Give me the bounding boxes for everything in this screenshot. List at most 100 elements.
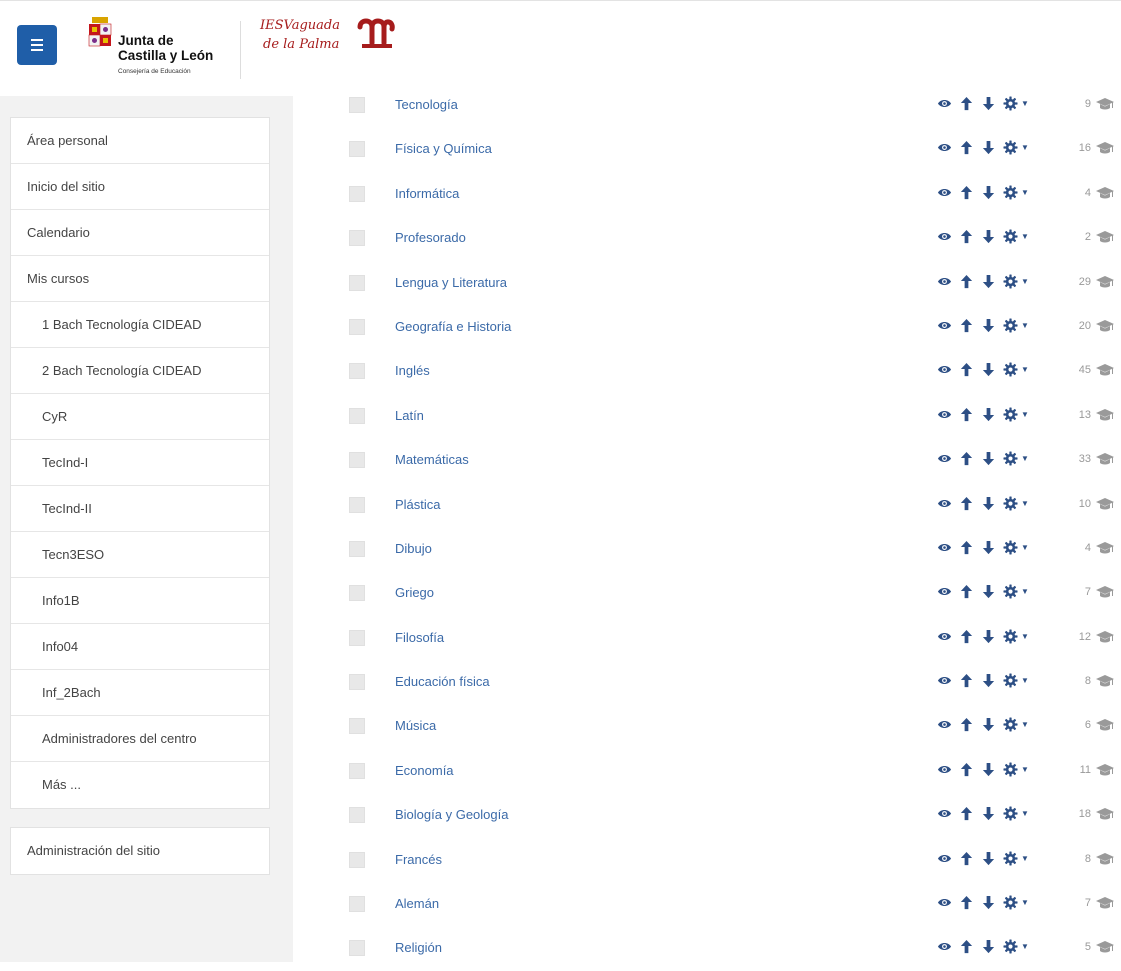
category-name-link[interactable]: Lengua y Literatura bbox=[395, 275, 507, 290]
category-checkbox[interactable] bbox=[349, 274, 365, 291]
sidebar-item[interactable]: Info04 bbox=[11, 624, 269, 670]
category-checkbox[interactable] bbox=[349, 540, 365, 557]
arrow-down-icon[interactable] bbox=[981, 762, 996, 777]
category-checkbox[interactable] bbox=[349, 407, 365, 424]
arrow-down-icon[interactable] bbox=[981, 407, 996, 422]
category-name-link[interactable]: Francés bbox=[395, 852, 442, 867]
arrow-up-icon[interactable] bbox=[959, 673, 974, 688]
caret-down-icon[interactable]: ▼ bbox=[1021, 806, 1029, 821]
category-name-link[interactable]: Dibujo bbox=[395, 541, 432, 556]
sidebar-item[interactable]: Info1B bbox=[11, 578, 269, 624]
category-checkbox[interactable] bbox=[349, 807, 365, 824]
sidebar-item[interactable]: Área personal bbox=[11, 118, 269, 164]
category-checkbox[interactable] bbox=[349, 97, 365, 113]
category-checkbox[interactable] bbox=[349, 452, 365, 469]
category-checkbox[interactable] bbox=[349, 896, 365, 913]
eye-icon[interactable] bbox=[937, 140, 952, 155]
arrow-down-icon[interactable] bbox=[981, 540, 996, 555]
sidebar-item[interactable]: CyR bbox=[11, 394, 269, 440]
arrow-up-icon[interactable] bbox=[959, 851, 974, 866]
junta-castilla-leon-logo[interactable]: Junta de Castilla y León Consejería de E… bbox=[86, 17, 226, 87]
caret-down-icon[interactable]: ▼ bbox=[1021, 229, 1029, 244]
caret-down-icon[interactable]: ▼ bbox=[1021, 496, 1029, 511]
arrow-down-icon[interactable] bbox=[981, 496, 996, 511]
arrow-up-icon[interactable] bbox=[959, 229, 974, 244]
eye-icon[interactable] bbox=[937, 895, 952, 910]
eye-icon[interactable] bbox=[937, 584, 952, 599]
arrow-up-icon[interactable] bbox=[959, 362, 974, 377]
caret-down-icon[interactable]: ▼ bbox=[1021, 895, 1029, 910]
caret-down-icon[interactable]: ▼ bbox=[1021, 584, 1029, 599]
arrow-up-icon[interactable] bbox=[959, 540, 974, 555]
arrow-up-icon[interactable] bbox=[959, 762, 974, 777]
gear-icon[interactable] bbox=[1003, 96, 1018, 111]
gear-icon[interactable] bbox=[1003, 451, 1018, 466]
arrow-up-icon[interactable] bbox=[959, 939, 974, 954]
gear-icon[interactable] bbox=[1003, 140, 1018, 155]
category-name-link[interactable]: Inglés bbox=[395, 363, 430, 378]
category-checkbox[interactable] bbox=[349, 496, 365, 513]
category-name-link[interactable]: Alemán bbox=[395, 896, 439, 911]
category-name-link[interactable]: Educación física bbox=[395, 674, 490, 689]
category-checkbox[interactable] bbox=[349, 718, 365, 735]
sidebar-item[interactable]: Mis cursos bbox=[11, 256, 269, 302]
arrow-down-icon[interactable] bbox=[981, 229, 996, 244]
arrow-up-icon[interactable] bbox=[959, 274, 974, 289]
caret-down-icon[interactable]: ▼ bbox=[1021, 629, 1029, 644]
sidebar-item[interactable]: 2 Bach Tecnología CIDEAD bbox=[11, 348, 269, 394]
category-checkbox[interactable] bbox=[349, 318, 365, 335]
eye-icon[interactable] bbox=[937, 229, 952, 244]
caret-down-icon[interactable]: ▼ bbox=[1021, 540, 1029, 555]
eye-icon[interactable] bbox=[937, 318, 952, 333]
category-checkbox[interactable] bbox=[349, 230, 365, 247]
category-name-link[interactable]: Plástica bbox=[395, 497, 441, 512]
category-name-link[interactable]: Latín bbox=[395, 408, 424, 423]
category-checkbox[interactable] bbox=[349, 762, 365, 779]
caret-down-icon[interactable]: ▼ bbox=[1021, 939, 1029, 954]
category-name-link[interactable]: Física y Química bbox=[395, 141, 492, 156]
arrow-up-icon[interactable] bbox=[959, 96, 974, 111]
caret-down-icon[interactable]: ▼ bbox=[1021, 185, 1029, 200]
category-checkbox[interactable] bbox=[349, 141, 365, 158]
sidebar-item[interactable]: 1 Bach Tecnología CIDEAD bbox=[11, 302, 269, 348]
arrow-up-icon[interactable] bbox=[959, 895, 974, 910]
arrow-down-icon[interactable] bbox=[981, 895, 996, 910]
caret-down-icon[interactable]: ▼ bbox=[1021, 451, 1029, 466]
category-checkbox[interactable] bbox=[349, 629, 365, 646]
gear-icon[interactable] bbox=[1003, 407, 1018, 422]
arrow-down-icon[interactable] bbox=[981, 185, 996, 200]
gear-icon[interactable] bbox=[1003, 318, 1018, 333]
category-checkbox[interactable] bbox=[349, 585, 365, 602]
category-checkbox[interactable] bbox=[349, 851, 365, 868]
sidebar-item[interactable]: Inf_2Bach bbox=[11, 670, 269, 716]
sidebar-item[interactable]: Tecn3ESO bbox=[11, 532, 269, 578]
category-name-link[interactable]: Informática bbox=[395, 186, 459, 201]
gear-icon[interactable] bbox=[1003, 895, 1018, 910]
gear-icon[interactable] bbox=[1003, 495, 1018, 511]
gear-icon[interactable] bbox=[1003, 362, 1018, 377]
arrow-up-icon[interactable] bbox=[959, 806, 974, 821]
caret-down-icon[interactable]: ▼ bbox=[1021, 140, 1029, 155]
gear-icon[interactable] bbox=[1003, 274, 1018, 289]
eye-icon[interactable] bbox=[937, 96, 952, 111]
hamburger-menu-button[interactable] bbox=[17, 25, 57, 65]
arrow-up-icon[interactable] bbox=[959, 185, 974, 200]
category-name-link[interactable]: Música bbox=[395, 718, 436, 733]
arrow-down-icon[interactable] bbox=[981, 629, 996, 644]
gear-icon[interactable] bbox=[1003, 540, 1018, 555]
eye-icon[interactable] bbox=[937, 185, 952, 200]
gear-icon[interactable] bbox=[1003, 939, 1018, 954]
arrow-down-icon[interactable] bbox=[981, 717, 996, 732]
eye-icon[interactable] bbox=[937, 496, 952, 511]
gear-icon[interactable] bbox=[1003, 629, 1018, 644]
arrow-up-icon[interactable] bbox=[959, 318, 974, 333]
eye-icon[interactable] bbox=[937, 939, 952, 954]
arrow-down-icon[interactable] bbox=[981, 140, 996, 155]
gear-icon[interactable] bbox=[1003, 806, 1018, 821]
caret-down-icon[interactable]: ▼ bbox=[1021, 96, 1029, 111]
arrow-up-icon[interactable] bbox=[959, 717, 974, 732]
category-name-link[interactable]: Tecnología bbox=[395, 97, 458, 112]
arrow-down-icon[interactable] bbox=[981, 806, 996, 821]
eye-icon[interactable] bbox=[937, 362, 952, 377]
sidebar-item-site-administration[interactable]: Administración del sitio bbox=[11, 828, 269, 874]
